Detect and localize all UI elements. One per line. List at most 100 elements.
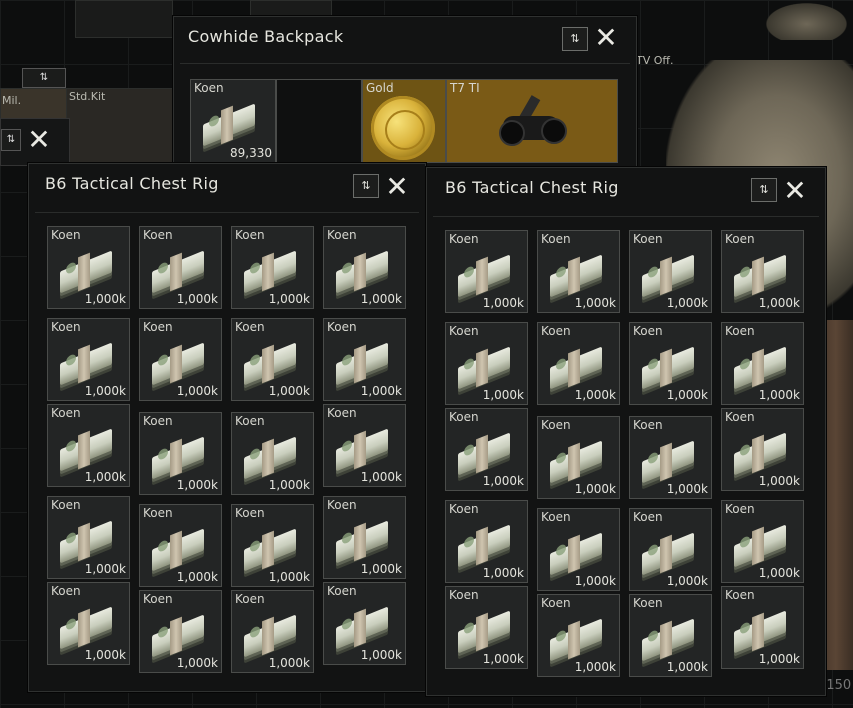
item-cell[interactable]: Koen 1,000k [445,322,528,405]
item-cell[interactable]: Gold [362,79,446,163]
koen-money-icon [336,249,392,294]
item-name: Koen [725,324,755,338]
item-cell[interactable]: Koen 1,000k [323,496,406,579]
koen-money-icon [734,431,790,476]
koen-money-icon [734,609,790,654]
item-count: 1,000k [482,388,524,402]
item-count: 1,000k [574,574,616,588]
item-cell[interactable]: Koen 1,000k [47,226,130,309]
item-cell[interactable]: Koen 1,000k [47,496,130,579]
close-icon[interactable]: ✕ [781,177,809,206]
item-cell[interactable]: Koen 1,000k [445,500,528,583]
item-name: Koen [633,232,663,246]
item-name: Koen [633,324,663,338]
window-title: B6 Tactical Chest Rig [445,178,619,197]
item-cell[interactable]: Koen 1,000k [721,500,804,583]
item-name: Koen [143,506,173,520]
item-cell[interactable]: Koen 1,000k [323,582,406,665]
item-cell[interactable]: T7 TI [446,79,618,163]
background-label-tv-off: TV Off. [636,54,674,67]
item-name: Koen [327,498,357,512]
item-name: Koen [235,320,265,334]
item-cell[interactable]: Koen 1,000k [139,504,222,587]
sort-icon[interactable]: ⇅ [1,129,21,151]
item-name: Koen [327,406,357,420]
item-cell[interactable]: Koen 1,000k [231,226,314,309]
title-separator [433,216,819,217]
close-icon[interactable]: ✕ [383,173,411,202]
item-cell[interactable]: Koen 1,000k [537,594,620,677]
chest-rig-window: B6 Tactical Chest Rig ⇅ ✕ Koen 1,000k Koen… [28,163,426,692]
item-cell[interactable]: Koen 1,000k [445,230,528,313]
koen-money-icon [550,531,606,576]
item-cell[interactable]: Koen 1,000k [721,230,804,313]
item-cell[interactable]: Koen 1,000k [47,582,130,665]
item-cell[interactable]: Koen 1,000k [139,226,222,309]
item-cell[interactable]: Koen 1,000k [231,318,314,401]
item-cell[interactable]: Koen 1,000k [445,586,528,669]
item-cell[interactable]: Koen 1,000k [629,322,712,405]
item-name: Koen [449,324,479,338]
item-count: 1,000k [482,652,524,666]
koen-money-icon [336,427,392,472]
item-count: 1,000k [84,470,126,484]
item-cell[interactable]: Koen 1,000k [139,412,222,495]
item-cell[interactable]: Koen 1,000k [323,226,406,309]
empty-slot[interactable] [276,79,362,163]
item-count: 1,000k [758,652,800,666]
item-count: 1,000k [666,296,708,310]
item-cell[interactable]: Koen 1,000k [445,408,528,491]
item-cell[interactable]: Koen 1,000k [537,322,620,405]
item-cell[interactable]: Koen 1,000k [231,590,314,673]
item-cell[interactable]: Koen 1,000k [47,404,130,487]
background-label-std-kit: Std.Kit [69,90,106,103]
koen-money-icon [60,341,116,386]
close-icon[interactable]: ✕ [25,126,53,155]
item-name: Koen [725,588,755,602]
item-name: Koen [449,502,479,516]
item-count: 1,000k [360,562,402,576]
item-name: Koen [633,596,663,610]
koen-money-icon [642,531,698,576]
item-cell[interactable]: Koen 1,000k [47,318,130,401]
item-cell[interactable]: Koen 1,000k [323,318,406,401]
koen-money-icon [458,345,514,390]
item-name: Koen [194,81,224,95]
item-cell[interactable]: Koen 1,000k [537,508,620,591]
item-count: 1,000k [758,296,800,310]
title-separator [35,212,419,213]
item-cell[interactable]: Koen 1,000k [629,416,712,499]
item-count: 1,000k [360,384,402,398]
item-cell[interactable]: Koen 1,000k [721,408,804,491]
background-item-slot [250,0,332,16]
item-name: Koen [449,410,479,424]
background-sort-button[interactable]: ⇅ [22,68,66,88]
item-cell[interactable]: Koen 1,000k [629,230,712,313]
item-cell[interactable]: Koen 1,000k [721,586,804,669]
koen-money-icon [152,249,208,294]
item-cell[interactable]: Koen 1,000k [537,230,620,313]
item-cell[interactable]: Koen 89,330 [190,79,276,163]
koen-money-icon [203,102,259,147]
item-cell[interactable]: Koen 1,000k [629,594,712,677]
item-count: 1,000k [84,562,126,576]
item-cell[interactable]: Koen 1,000k [537,416,620,499]
close-icon[interactable]: ✕ [592,24,620,53]
background-item-slot [75,0,173,38]
item-cell[interactable]: Koen 1,000k [629,508,712,591]
koen-money-icon [152,613,208,658]
item-cell[interactable]: Koen 1,000k [323,404,406,487]
item-count: 1,000k [574,660,616,674]
item-cell[interactable]: Koen 1,000k [139,318,222,401]
item-cell[interactable]: Koen 1,000k [231,412,314,495]
item-cell[interactable]: Koen 1,000k [231,504,314,587]
sort-icon[interactable]: ⇅ [562,27,588,51]
koen-money-icon [458,253,514,298]
item-name: Koen [633,510,663,524]
item-cell[interactable]: Koen 1,000k [139,590,222,673]
helmet-image [760,0,853,40]
sort-icon[interactable]: ⇅ [751,178,777,202]
sort-icon[interactable]: ⇅ [353,174,379,198]
item-count: 1,000k [268,292,310,306]
item-cell[interactable]: Koen 1,000k [721,322,804,405]
